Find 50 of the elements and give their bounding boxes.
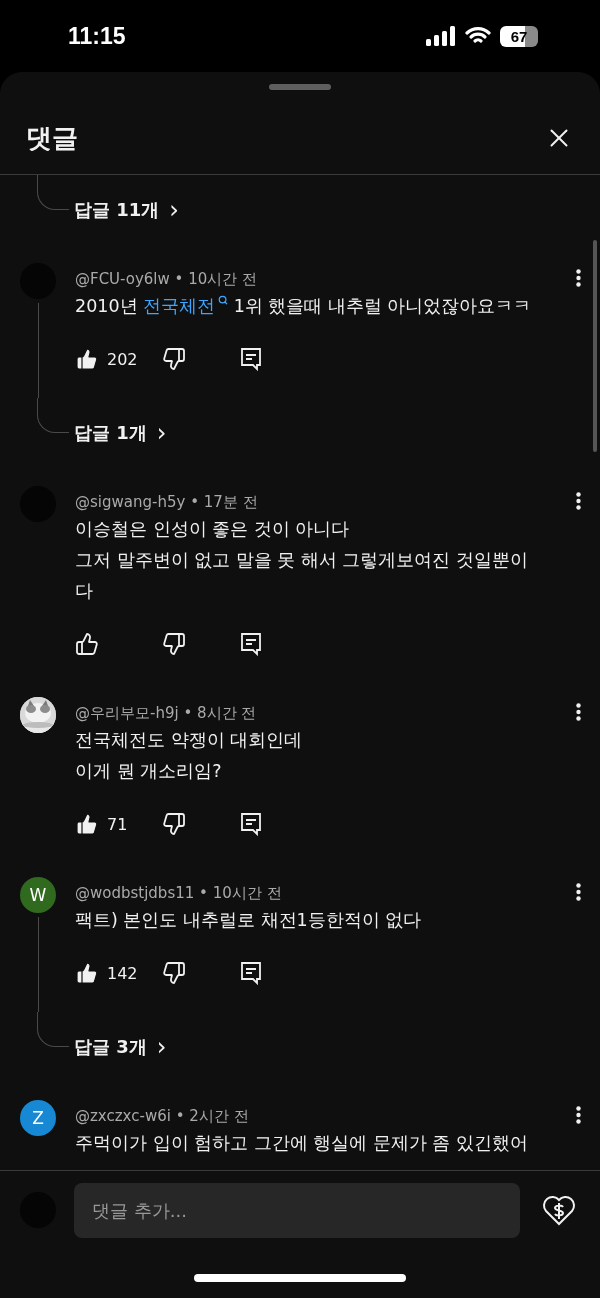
heart-dollar-icon[interactable] (542, 1194, 576, 1226)
more-icon (575, 883, 581, 901)
comment-text: 팩트) 본인도 내추럴로 채전1등한적이 없다 (75, 909, 423, 932)
status-time: 11:15 (68, 22, 126, 50)
like-button[interactable]: 71 (75, 812, 162, 836)
search-icon (218, 295, 229, 306)
thumbs-down-icon (162, 961, 186, 985)
avatar[interactable]: Z (20, 1100, 56, 1136)
search-link[interactable]: 전국체전 (143, 296, 216, 316)
like-count: 142 (107, 963, 138, 983)
more-icon (575, 1106, 581, 1124)
thumbs-down-icon (162, 347, 186, 371)
sheet-title: 댓글 (26, 121, 78, 155)
reply-icon (240, 961, 262, 985)
comment-text: 전국체전도 약쟁이 대회인데 (75, 729, 304, 752)
thread-curve (37, 1012, 69, 1047)
replies-button[interactable]: 답글 11개 › (74, 185, 179, 235)
comment-text: 그저 말주변이 없고 말을 못 해서 그렇게보여진 것일뿐이 (75, 549, 529, 572)
like-count: 202 (107, 349, 138, 369)
thumbs-down-icon (162, 812, 186, 836)
more-icon (575, 269, 581, 287)
more-icon (575, 492, 581, 510)
replies-button[interactable]: 답글 1개 › (74, 408, 167, 458)
reply-icon (240, 812, 262, 836)
thread-curve (37, 175, 69, 210)
wifi-icon (465, 26, 491, 46)
comment-text: 이게 뭔 개소리임? (75, 760, 223, 783)
comment-meta: @우리부모-h9j • 8시간 전 (75, 703, 258, 723)
like-count: 71 (107, 814, 128, 834)
comment-meta: @zxczxc-w6i • 2시간 전 (75, 1106, 250, 1126)
more-icon (575, 703, 581, 721)
comment-text: 이승철은 인성이 좋은 것이 아니다 (75, 518, 351, 541)
reply-icon (240, 347, 262, 371)
comment-meta: @FCU-oy6lw • 10시간 전 (75, 269, 259, 289)
thumbs-down-icon (162, 632, 186, 656)
like-button[interactable]: 202 (75, 347, 162, 371)
comment-meta: @sigwang-h5y • 17분 전 (75, 492, 259, 512)
comment-text: 주먹이가 입이 험하고 그간에 행실에 문제가 좀 있긴했어 (75, 1132, 529, 1155)
replies-button[interactable]: 답글 3개 › (74, 1022, 167, 1072)
thread-curve (37, 398, 69, 433)
reply-icon (240, 632, 262, 656)
drag-handle[interactable] (269, 84, 331, 90)
comment-text: 다 (75, 580, 94, 603)
avatar[interactable]: W (20, 877, 56, 913)
comment-input[interactable]: 댓글 추가... (74, 1182, 520, 1238)
comment-text: 2010년 전국체전 1위 했을때 내추럴 아니었잖아요ㅋㅋ (75, 294, 533, 318)
signal-icon (426, 26, 456, 46)
battery-icon: 67 (500, 25, 538, 47)
like-button[interactable]: 142 (75, 961, 162, 985)
comment-meta: @wodbstjdbs11 • 10시간 전 (75, 883, 283, 903)
